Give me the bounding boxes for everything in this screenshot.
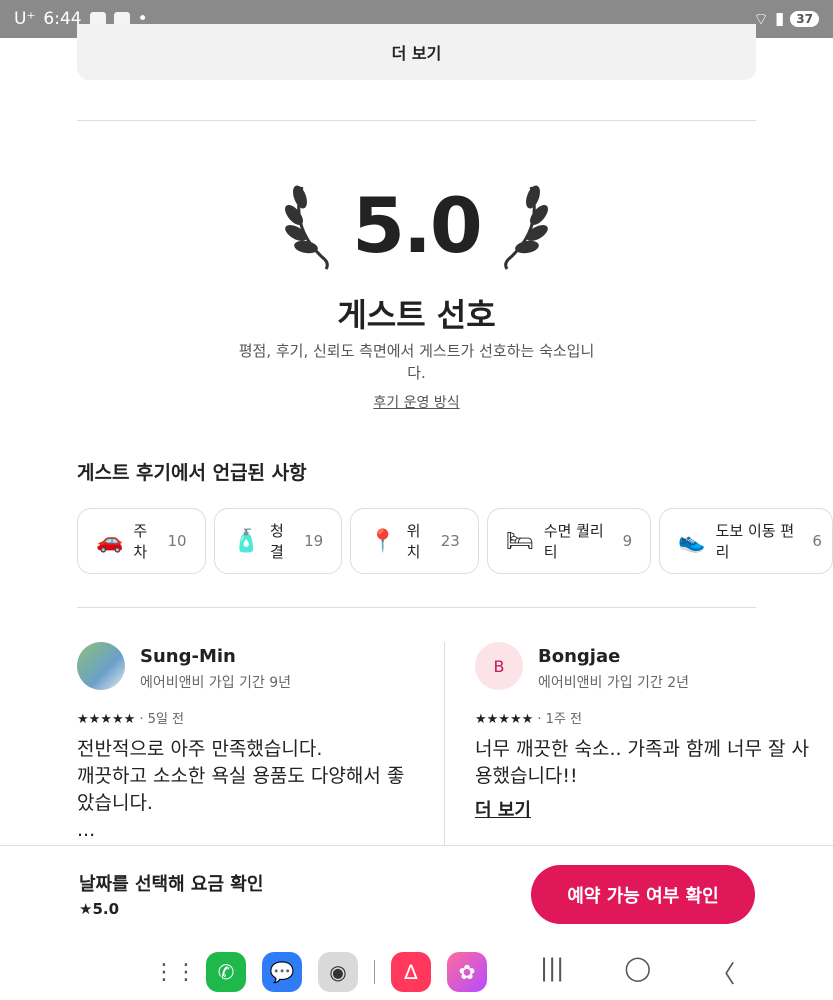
airbnb-app-icon[interactable]: ∆: [391, 952, 431, 992]
chip-label: 청결: [270, 522, 284, 561]
review-rating: ★★★★★ · 5일 전: [77, 708, 184, 727]
avatar[interactable]: [77, 642, 125, 690]
chip-label: 주차: [133, 522, 148, 561]
laurel-left-icon: [285, 185, 329, 270]
star-rating-icon: ★★★★★: [77, 712, 136, 727]
review-policy-label: 후기 운영 방식: [373, 395, 460, 411]
chip-count: 6: [812, 532, 822, 550]
review-date: · 1주 전: [537, 712, 583, 727]
show-more-button[interactable]: 더 보기: [77, 24, 756, 80]
chip-count: 23: [440, 532, 460, 550]
chip-sleep-quality[interactable]: 🛏 수면 퀄리티 9: [486, 508, 652, 574]
review-show-more-link[interactable]: 더 보기: [475, 796, 531, 822]
home-button[interactable]: ◯: [624, 954, 651, 989]
mentioned-heading: 게스트 후기에서 언급된 사항: [77, 462, 307, 484]
chip-label: 도보 이동 편리: [715, 522, 795, 561]
mentioned-chips: 🚗 주차 10 🧴 청결 19 📍 위치 23 🛏 수면 퀄리티 9 👟 도보 …: [77, 508, 833, 574]
reviews-carousel[interactable]: Sung-Min 에어비앤비 가입 기간 9년 ★★★★★ · 5일 전 전반적…: [77, 640, 833, 847]
review-divider: [444, 642, 445, 847]
guest-favorite-description: 평점, 후기, 신뢰도 측면에서 게스트가 선호하는 숙소입니다.: [238, 342, 595, 382]
system-nav-bar: ⋮⋮ ✆ 💬 ◉ ∆ ✿ ||| ◯ 〈: [0, 940, 833, 1000]
dock-separator: [374, 960, 375, 984]
signal-icon: ▮: [774, 9, 785, 29]
booking-bar: 날짜를 선택해 요금 확인 ★5.0 예약 가능 여부 확인: [0, 845, 833, 940]
reviewer-tenure: 에어비앤비 가입 기간 9년: [140, 675, 292, 691]
guest-favorite-title: 게스트 선호: [337, 296, 496, 334]
cleaning-icon: 🧴: [232, 528, 261, 554]
recent-apps-button[interactable]: |||: [540, 954, 564, 989]
clock: 6:44: [43, 9, 82, 29]
sneaker-icon: 👟: [678, 528, 706, 554]
system-buttons: ||| ◯ 〈: [540, 954, 735, 989]
taskbar-dock: ⋮⋮ ✆ 💬 ◉ ∆ ✿: [153, 952, 487, 992]
chip-parking[interactable]: 🚗 주차 10: [77, 508, 206, 574]
chip-count: 19: [304, 532, 324, 550]
app-drawer-icon[interactable]: ⋮⋮: [153, 952, 197, 992]
reviewer-tenure: 에어비앤비 가입 기간 2년: [538, 675, 690, 691]
car-icon: 🚗: [96, 528, 124, 554]
laurel-right-icon: [504, 185, 548, 270]
chip-location[interactable]: 📍 위치 23: [350, 508, 479, 574]
review-rating: ★★★★★ · 1주 전: [475, 708, 582, 727]
rating-badge: 5.0: [0, 170, 833, 280]
price-prompt[interactable]: 날짜를 선택해 요금 확인: [79, 870, 263, 896]
divider: [77, 607, 756, 608]
chip-cleanliness[interactable]: 🧴 청결 19: [213, 508, 343, 574]
back-button[interactable]: 〈: [711, 954, 735, 989]
star-rating-icon: ★★★★★: [475, 712, 534, 727]
bed-icon: 🛏: [505, 528, 534, 554]
review-date: · 5일 전: [139, 712, 185, 727]
location-pin-icon: 📍: [369, 528, 397, 554]
carrier-label: U⁺: [14, 9, 36, 29]
reviewer-name: Bongjae: [538, 646, 621, 667]
review-text: 너무 깨끗한 숙소.. 가족과 함께 너무 잘 사용했습니다!!: [475, 738, 810, 787]
rating-score: 5.0: [352, 180, 483, 270]
show-more-label: 더 보기: [391, 44, 442, 63]
camera-app-icon[interactable]: ◉: [318, 952, 358, 992]
messages-app-icon[interactable]: 💬: [262, 952, 302, 992]
avatar[interactable]: B: [475, 642, 523, 690]
chip-label: 수면 퀄리티: [543, 522, 604, 561]
check-availability-label: 예약 가능 여부 확인: [567, 885, 719, 907]
chip-walkability[interactable]: 👟 도보 이동 편리 6: [659, 508, 833, 574]
battery-indicator: 37: [790, 11, 819, 27]
listing-rating: ★5.0: [79, 900, 120, 918]
check-availability-button[interactable]: 예약 가능 여부 확인: [531, 865, 755, 924]
chip-count: 9: [622, 532, 633, 550]
review-text: 전반적으로 아주 만족했습니다. 깨끗하고 소소한 욕실 용품도 다양해서 좋았…: [77, 738, 405, 841]
review-policy-link[interactable]: 후기 운영 방식: [0, 392, 833, 412]
chip-count: 10: [167, 532, 187, 550]
gallery-app-icon[interactable]: ✿: [447, 952, 487, 992]
chip-label: 위치: [406, 522, 421, 561]
reviewer-name: Sung-Min: [140, 646, 236, 667]
phone-app-icon[interactable]: ✆: [206, 952, 246, 992]
divider: [77, 120, 756, 121]
